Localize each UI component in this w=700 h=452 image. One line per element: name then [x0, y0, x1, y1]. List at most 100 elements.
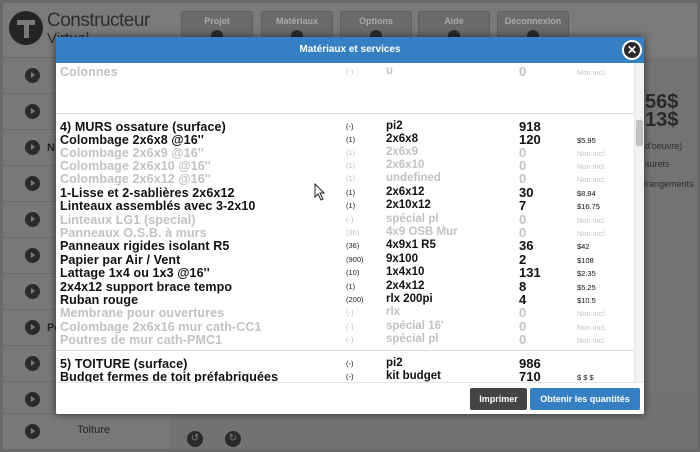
item-pack-qty: (-)	[346, 67, 354, 76]
mouse-cursor-icon	[314, 183, 326, 201]
close-button[interactable]: ✕	[622, 40, 642, 60]
item-pack-qty: (-)	[346, 322, 354, 331]
item-price: Non incl.	[577, 68, 607, 77]
item-quantity: 131	[519, 265, 541, 280]
item-price: $42	[577, 242, 590, 251]
item-unit: 2x4x12	[386, 280, 425, 292]
item-price: Non incl.	[577, 309, 607, 318]
item-pack-qty: (1)	[346, 282, 356, 291]
item-name: Linteaux assemblés avec 3-2x10	[60, 199, 256, 213]
item-pack-qty: (-)	[346, 372, 354, 381]
material-row: Panneaux rigides isolant R5 (36) 4x9x1 R5 3…	[56, 238, 634, 253]
material-row: Budget fermes de toit préfabriquées (-) ki…	[56, 369, 634, 382]
item-pack-qty: (-)	[346, 359, 354, 368]
item-unit: 1x4x10	[386, 266, 425, 278]
item-name: Papier par Air / Vent	[60, 253, 181, 267]
item-name: Colombage 2x6x10 @16''	[60, 159, 211, 173]
item-price: $108	[577, 256, 594, 265]
item-name: Colombage 2x6x8 @16''	[60, 133, 204, 147]
item-name: 4) MURS ossature (surface)	[60, 120, 226, 134]
item-price: Non incl.	[577, 175, 607, 184]
item-unit: 9x100	[386, 253, 418, 265]
item-unit: 2x6x9	[386, 146, 418, 158]
item-unit: 2x6x12	[386, 186, 425, 198]
item-pack-qty: (-)	[346, 122, 354, 131]
item-pack-qty: (36)	[346, 228, 360, 237]
item-name: Panneaux O.S.B. à murs	[60, 226, 207, 240]
item-unit: 2x6x8	[386, 133, 418, 145]
item-pack-qty: (1)	[346, 188, 356, 197]
material-row: 2x4x12 support brace tempo (1) 2x4x12 8 $5.2…	[56, 279, 634, 294]
item-price: Non incl.	[577, 216, 607, 225]
item-pack-qty: (-)	[346, 308, 354, 317]
item-name: 2x4x12 support brace tempo	[60, 280, 233, 294]
item-unit: 4x9x1 R5	[386, 239, 436, 251]
item-name: Budget fermes de toit préfabriquées	[60, 370, 279, 382]
item-price: Non incl.	[577, 149, 607, 158]
item-pack-qty: (1)	[346, 201, 356, 210]
materials-dialog: Matériaux et services ✕ Colonnes (-) u 0 Non…	[56, 37, 644, 414]
dialog-title: Matériaux et services	[299, 44, 401, 55]
item-quantity: 0	[519, 305, 527, 320]
get-quantities-button[interactable]: Obtenir les quantités	[530, 388, 640, 410]
material-row: Colombage 2x6x12 @16'' (1) undefined 0 Non i…	[56, 171, 634, 186]
item-price: $10.5	[577, 296, 596, 305]
item-unit: rlx 200pi	[386, 293, 433, 305]
material-row: Poutres de mur cath-PMC1 (-) spécial pl 0 No…	[56, 332, 634, 347]
item-pack-qty: (1)	[346, 174, 356, 183]
item-pack-qty: (-)	[346, 215, 354, 224]
item-name: Panneaux rigides isolant R5	[60, 239, 230, 253]
scrollbar-thumb[interactable]	[636, 120, 643, 146]
item-unit: pi2	[386, 120, 403, 132]
item-name: 1-Lisse et 2-sablières 2x6x12	[60, 186, 235, 200]
item-price: $8.94	[577, 189, 596, 198]
material-row: Membrane pour ouvertures (-) rlx 0 Non incl.	[56, 305, 634, 320]
item-unit: kit budget	[386, 370, 441, 382]
section-divider	[56, 113, 634, 114]
item-unit: spécial pl	[386, 213, 439, 225]
item-quantity: 0	[519, 171, 527, 186]
print-button[interactable]: Imprimer	[470, 388, 527, 410]
item-price: Non incl.	[577, 336, 607, 345]
item-name: Poutres de mur cath-PMC1	[60, 333, 223, 347]
item-price: Non incl.	[577, 229, 607, 238]
item-price: Non incl.	[577, 162, 607, 171]
item-unit: u	[386, 65, 394, 77]
item-name: Linteaux LG1 (special)	[60, 213, 196, 227]
item-name: Colombage 2x6x12 @16''	[60, 172, 211, 186]
item-pack-qty: (10)	[346, 268, 360, 277]
section-divider	[56, 350, 634, 351]
dialog-header: Matériaux et services	[56, 37, 644, 63]
item-name: Ruban rouge	[60, 293, 139, 307]
item-pack-qty: (900)	[346, 255, 364, 264]
item-name: Colombage 2x6x9 @16''	[60, 146, 204, 160]
item-quantity: 0	[519, 332, 527, 347]
material-row: Colonnes (-) u 0 Non incl.	[56, 64, 634, 79]
item-price: $5.95	[577, 136, 596, 145]
material-row: Lattage 1x4 ou 1x3 @16'' (10) 1x4x10 131 $2.…	[56, 265, 634, 280]
item-pack-qty: (1)	[346, 161, 356, 170]
scrollbar-track[interactable]	[634, 63, 644, 382]
item-quantity: 36	[519, 238, 534, 253]
dialog-footer: Imprimer Obtenir les quantités	[56, 382, 644, 414]
item-quantity: 0	[519, 64, 527, 79]
item-pack-qty: (36)	[346, 241, 360, 250]
item-price: $16.75	[577, 202, 600, 211]
item-quantity: 7	[519, 198, 527, 213]
item-unit: spécial pl	[386, 333, 439, 345]
item-pack-qty: (200)	[346, 295, 364, 304]
item-quantity: 710	[519, 369, 541, 382]
item-price: $2.35	[577, 269, 596, 278]
item-unit: 2x10x12	[386, 199, 431, 211]
item-name: Membrane pour ouvertures	[60, 306, 225, 320]
item-pack-qty: (1)	[346, 135, 356, 144]
item-name: Colombage 2x6x16 mur cath-CC1	[60, 320, 262, 334]
item-unit: undefined	[386, 172, 441, 184]
item-price: $5.25	[577, 283, 596, 292]
item-name: Colonnes	[60, 65, 118, 79]
item-price: Non incl.	[577, 323, 607, 332]
item-unit: pi2	[386, 357, 403, 369]
item-price: $ $ $	[577, 373, 594, 382]
item-unit: rlx	[386, 306, 401, 318]
item-name: Lattage 1x4 ou 1x3 @16''	[60, 266, 210, 280]
